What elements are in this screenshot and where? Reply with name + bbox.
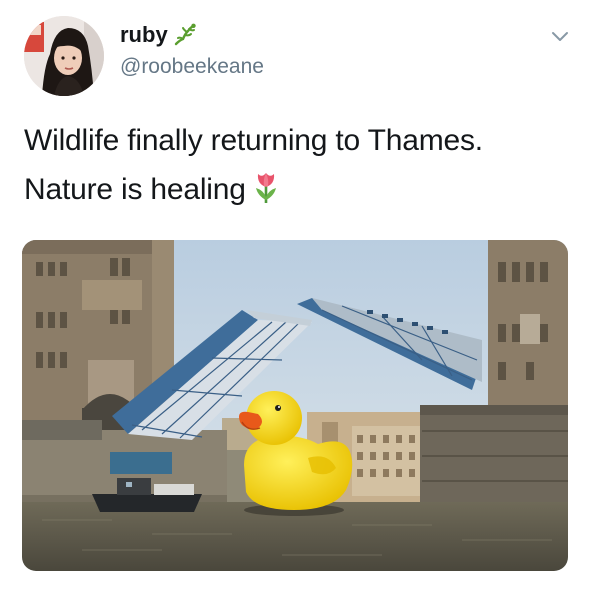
user-handle[interactable]: @roobeekeane	[120, 55, 264, 79]
tweet-card: ruby @roobeekeane Wildlife finally retur…	[0, 0, 591, 600]
tweet-line-1: Wildlife finally returning to Thames.	[24, 124, 483, 157]
tweet-text: Wildlife finally returning to Thames. Na…	[24, 116, 564, 214]
tweet-line-2: Nature is healing	[24, 165, 564, 214]
tweet-line-2-text: Nature is healing	[24, 173, 246, 206]
author-name-row[interactable]: ruby	[120, 22, 198, 48]
lizard-icon	[174, 23, 196, 46]
tulip-icon	[255, 173, 276, 203]
chevron-down-icon[interactable]	[549, 28, 571, 44]
photo	[22, 240, 568, 571]
display-name[interactable]: ruby	[120, 22, 168, 48]
avatar-photo	[24, 16, 104, 96]
tweet-media-photo[interactable]	[22, 240, 568, 571]
avatar[interactable]	[24, 16, 104, 96]
